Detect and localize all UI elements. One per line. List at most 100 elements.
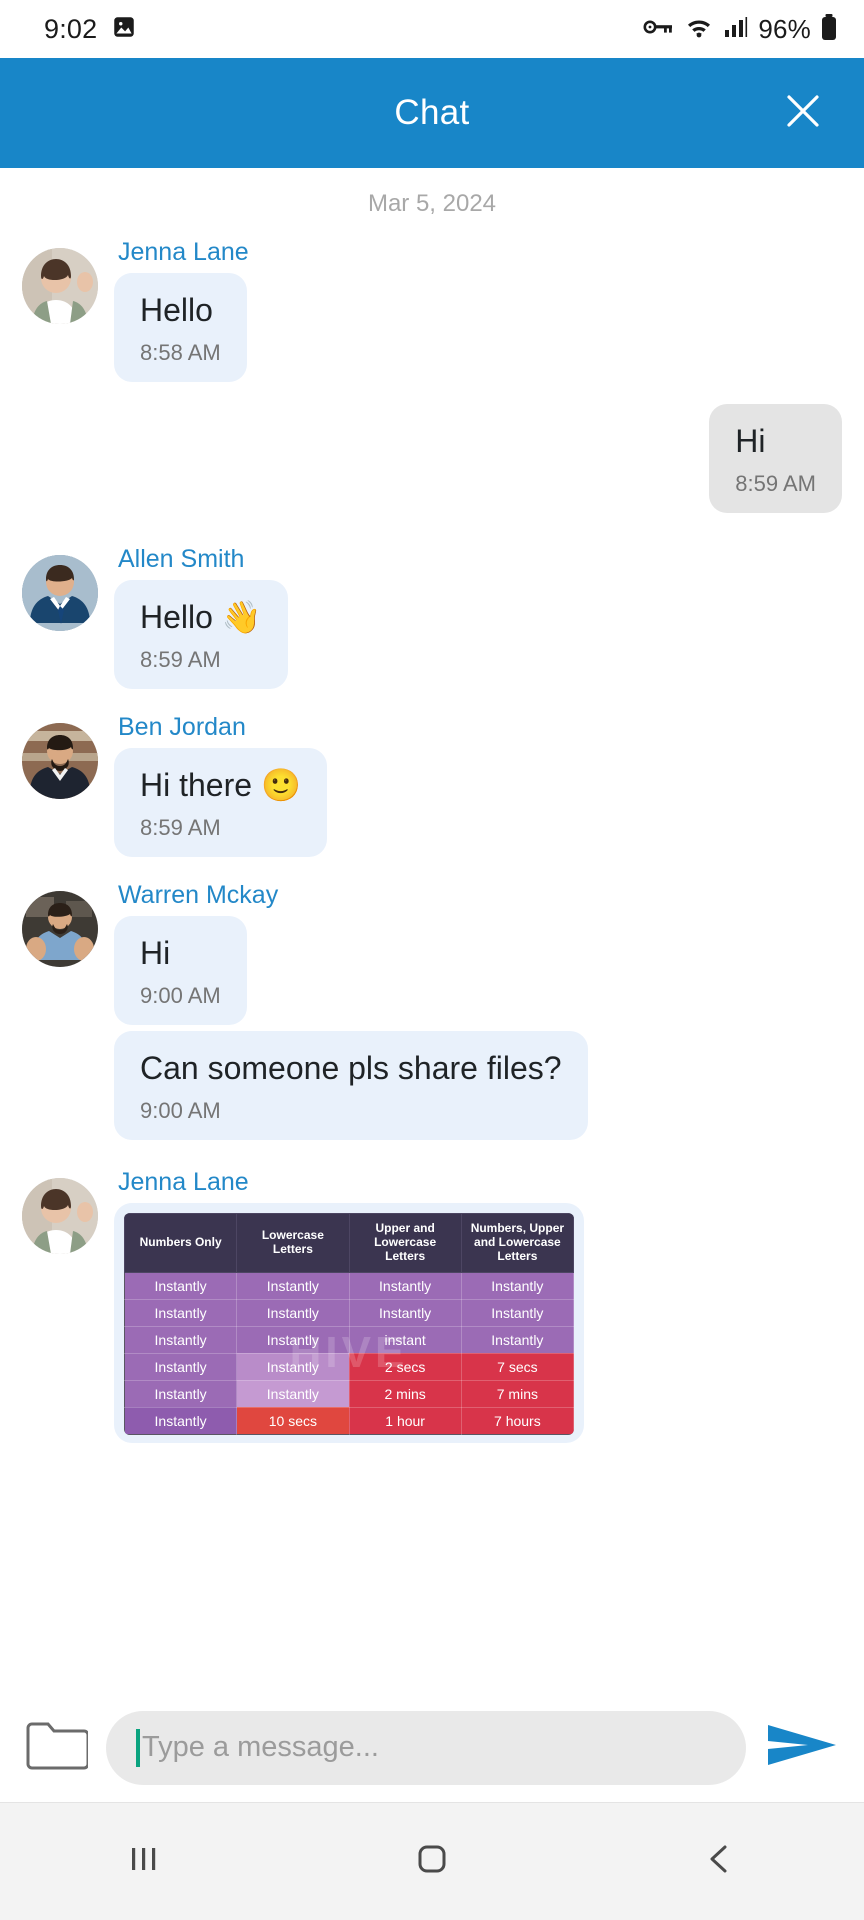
table-cell: instant: [348, 1325, 462, 1354]
home-button[interactable]: [372, 1803, 492, 1920]
message-bubble[interactable]: Hi 9:00 AM: [114, 916, 247, 1026]
table-cell: Instantly: [124, 1406, 238, 1435]
message-row: Jenna Lane Numbers Only Lowercase Letter…: [22, 1162, 842, 1443]
table-cell: Instantly: [124, 1352, 238, 1381]
message-text: Hello 👋: [140, 599, 262, 636]
message-time: 9:00 AM: [140, 983, 221, 1009]
attached-image[interactable]: Numbers Only Lowercase Letters Upper and…: [124, 1213, 574, 1435]
message-bubble[interactable]: Can someone pls share files? 9:00 AM: [114, 1031, 588, 1141]
message-time: 9:00 AM: [140, 1098, 221, 1124]
table-cell: Instantly: [236, 1352, 350, 1381]
chat-screen: 9:02 96% Chat Mar 5, 2024 Jenna Lane Hel…: [0, 0, 864, 1920]
page-title: Chat: [394, 93, 470, 132]
message-row: Can someone pls share files? 9:00 AM: [22, 1031, 842, 1141]
table-cell: Instantly: [124, 1271, 238, 1300]
message-composer: Type a message...: [0, 1692, 864, 1802]
table-cell: Instantly: [460, 1325, 574, 1354]
table-cell: Instantly: [236, 1271, 350, 1300]
message-row: Allen Smith Hello 👋 8:59 AM: [22, 539, 842, 690]
close-icon: [779, 87, 827, 140]
vpn-key-icon: [643, 15, 675, 44]
table-cell: Instantly: [236, 1379, 350, 1408]
avatar[interactable]: [22, 248, 98, 324]
table-cell: Instantly: [460, 1271, 574, 1300]
message-bubble[interactable]: Hi there 🙂 8:59 AM: [114, 748, 327, 858]
table-cell: 2 mins: [348, 1379, 462, 1408]
table-header-row: Numbers Only Lowercase Letters Upper and…: [124, 1213, 574, 1273]
wifi-icon: [684, 14, 714, 45]
column-header: Numbers, Upper and Lowercase Letters: [460, 1213, 574, 1273]
message-row: Jenna Lane Hello 8:58 AM: [22, 232, 842, 383]
column-header: Lowercase Letters: [236, 1213, 350, 1273]
table-row: Instantly Instantly 2 mins 7 mins: [124, 1379, 574, 1408]
password-strength-table: Numbers Only Lowercase Letters Upper and…: [124, 1213, 574, 1435]
image-icon: [111, 14, 137, 45]
recents-icon: [124, 1841, 164, 1882]
date-divider: Mar 5, 2024: [367, 190, 497, 217]
table-row: Instantly Instantly instant Instantly: [124, 1325, 574, 1354]
column-header: Numbers Only: [124, 1213, 238, 1273]
table-cell: 10 secs: [236, 1406, 350, 1435]
message-time: 8:59 AM: [140, 647, 221, 673]
sender-name: Allen Smith: [118, 545, 245, 574]
text-cursor: [136, 1728, 140, 1767]
table-cell: Instantly: [124, 1379, 238, 1408]
sender-name: Jenna Lane: [118, 1168, 249, 1197]
message-column: Jenna Lane Numbers Only Lowercase Letter…: [114, 1162, 584, 1443]
message-column: Jenna Lane Hello 8:58 AM: [114, 232, 249, 383]
folder-icon: [24, 1718, 90, 1777]
android-nav-bar: [0, 1802, 864, 1920]
message-text: Hello: [140, 292, 213, 328]
avatar[interactable]: [22, 1178, 98, 1255]
message-bubble[interactable]: Hi 8:59 AM: [709, 404, 842, 514]
status-time: 9:02: [44, 13, 98, 44]
table-cell: 2 secs: [348, 1352, 462, 1381]
table-cell: Instantly: [460, 1298, 574, 1327]
message-row: Hi 8:59 AM: [22, 404, 842, 514]
message-list[interactable]: Mar 5, 2024 Jenna Lane Hello 8:58 AM Hi …: [0, 168, 864, 1692]
message-time: 8:59 AM: [140, 815, 221, 841]
back-button[interactable]: [660, 1803, 780, 1920]
send-icon: [764, 1715, 840, 1780]
message-column: Allen Smith Hello 👋 8:59 AM: [114, 539, 288, 690]
message-text: Hi there 🙂: [140, 767, 301, 804]
table-cell: 1 hour: [348, 1406, 462, 1435]
message-row: Ben Jordan Hi there 🙂 8:59 AM: [22, 707, 842, 858]
table-row: Instantly Instantly Instantly Instantly: [124, 1298, 574, 1327]
close-button[interactable]: [774, 84, 832, 142]
attach-file-button[interactable]: [24, 1718, 90, 1777]
status-bar-left: 9:02: [44, 14, 137, 45]
message-time: 8:59 AM: [735, 471, 816, 497]
message-bubble[interactable]: Hello 8:58 AM: [114, 273, 247, 383]
table-cell: Instantly: [348, 1271, 462, 1300]
battery-percent: 96%: [758, 13, 811, 44]
table-cell: Instantly: [124, 1325, 238, 1354]
signal-icon: [723, 14, 749, 45]
table-cell: Instantly: [124, 1298, 238, 1327]
table-cell: Instantly: [236, 1325, 350, 1354]
message-column: Warren Mckay Hi 9:00 AM: [114, 875, 279, 1026]
table-cell: Instantly: [348, 1298, 462, 1327]
message-bubble[interactable]: Hello 👋 8:59 AM: [114, 580, 288, 690]
avatar[interactable]: [22, 555, 98, 632]
message-row: Warren Mckay Hi 9:00 AM: [22, 875, 842, 1026]
image-message-bubble[interactable]: Numbers Only Lowercase Letters Upper and…: [114, 1203, 584, 1443]
status-bar: 9:02 96%: [0, 0, 864, 58]
message-input[interactable]: Type a message...: [106, 1710, 746, 1785]
send-button[interactable]: [764, 1715, 840, 1780]
table-row: Instantly Instantly 2 secs 7 secs: [124, 1352, 574, 1381]
sender-name: Warren Mckay: [118, 881, 279, 910]
table-body: Instantly Instantly Instantly Instantly …: [124, 1271, 574, 1435]
avatar[interactable]: [22, 723, 98, 800]
message-text: Hi: [140, 935, 171, 972]
recents-button[interactable]: [84, 1803, 204, 1920]
message-text: Can someone pls share files?: [140, 1050, 562, 1087]
battery-icon: [820, 13, 838, 46]
table-cell: 7 secs: [460, 1352, 574, 1381]
sender-name: Ben Jordan: [118, 713, 246, 742]
table-row: Instantly Instantly Instantly Instantly: [124, 1271, 574, 1300]
sender-name: Jenna Lane: [118, 238, 249, 266]
avatar[interactable]: [22, 891, 98, 968]
chat-header: Chat: [0, 58, 864, 168]
table-cell: 7 mins: [460, 1379, 574, 1408]
